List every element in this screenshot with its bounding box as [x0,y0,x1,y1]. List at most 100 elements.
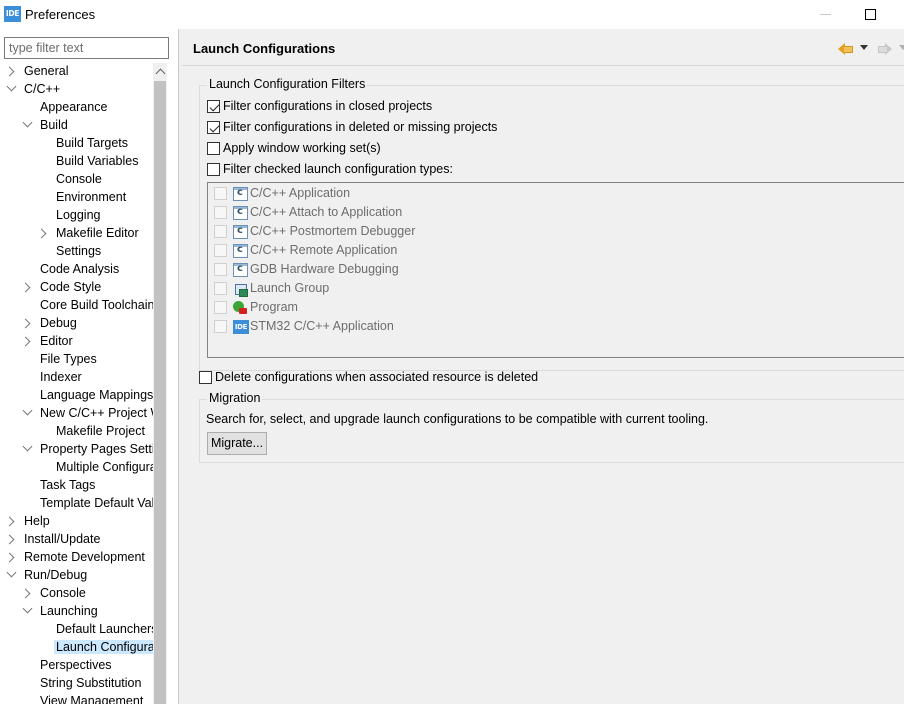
tree-item[interactable]: Makefile Editor [0,225,153,243]
tree-item[interactable]: Indexer [0,369,153,387]
minimize-button[interactable] [816,4,836,24]
chevron-right-icon[interactable] [20,318,31,329]
c-postmortem-icon [233,225,248,239]
tree-item[interactable]: Appearance [0,99,153,117]
tree-item[interactable]: General [0,63,153,81]
launch-type-item[interactable]: C/C++ Remote Application [208,241,904,260]
launch-type-item[interactable]: C/C++ Postmortem Debugger [208,222,904,241]
chevron-right-icon[interactable] [20,588,31,599]
filter-closed-projects-checkbox[interactable] [207,100,220,113]
filter-deleted-projects-label: Filter configurations in deleted or miss… [223,120,498,134]
chevron-right-icon[interactable] [4,534,15,545]
tree-item[interactable]: Build Variables [0,153,153,171]
forward-arrow-icon[interactable] [876,40,894,56]
maximize-button[interactable] [860,4,880,24]
launch-type-label: C/C++ Attach to Application [250,205,403,219]
tree-item[interactable]: Multiple Configurations Edit [0,459,153,477]
launch-type-checkbox[interactable] [214,282,227,295]
title-bar: IDE Preferences [0,0,904,29]
tree-item[interactable]: Core Build Toolchains [0,297,153,315]
chevron-right-icon[interactable] [36,228,47,239]
migrate-button[interactable]: Migrate... [207,432,267,455]
chevron-right-icon[interactable] [4,66,15,77]
tree-item[interactable]: Perspectives [0,657,153,675]
launch-type-item[interactable]: Launch Group [208,279,904,298]
tree-item[interactable]: Run/Debug [0,567,153,585]
chevron-right-icon[interactable] [20,336,31,347]
launch-type-checkbox[interactable] [214,206,227,219]
chevron-down-icon[interactable] [22,117,33,128]
tree-item[interactable]: Debug [0,315,153,333]
tree-item[interactable]: Default Launchers [0,621,153,639]
tree-item[interactable]: Code Style [0,279,153,297]
tree-item[interactable]: Remote Development [0,549,153,567]
tree-item[interactable]: New C/C++ Project Wizard [0,405,153,423]
scroll-thumb[interactable] [154,81,166,704]
tree-item[interactable]: Install/Update [0,531,153,549]
tree-item[interactable]: View Management [0,693,153,704]
tree-item[interactable]: Code Analysis [0,261,153,279]
launch-type-checkbox[interactable] [214,244,227,257]
history-dropdown-icon[interactable] [860,45,868,50]
tree-scrollbar[interactable] [153,63,167,704]
delete-configurations-label: Delete configurations when associated re… [215,370,539,384]
scroll-up-arrow-icon[interactable] [155,65,165,77]
tree-item[interactable]: Launching [0,603,153,621]
filter-deleted-projects-checkbox[interactable] [207,121,220,134]
tree-item-label: String Substitution [40,676,142,690]
launch-type-label: Program [250,300,298,314]
tree-item-label: Multiple Configurations Edit [56,460,153,474]
tree-item-label: Makefile Editor [56,226,139,240]
apply-working-set-checkbox[interactable] [207,142,220,155]
tree-item-label: General [24,64,69,78]
chevron-right-icon[interactable] [4,516,15,527]
tree-item[interactable]: String Substitution [0,675,153,693]
tree-item[interactable]: Editor [0,333,153,351]
chevron-right-icon[interactable] [4,552,15,563]
launch-type-item[interactable]: C/C++ Application [208,184,904,203]
chevron-down-icon[interactable] [22,441,33,452]
launch-type-checkbox[interactable] [214,301,227,314]
tree-item[interactable]: Settings [0,243,153,261]
launch-type-item[interactable]: Program [208,298,904,317]
tree-item-label: Remote Development [24,550,145,564]
filter-checked-types-checkbox[interactable] [207,163,220,176]
tree-item[interactable]: Launch Configurations [0,639,153,657]
launch-type-item[interactable]: C/C++ Attach to Application [208,203,904,222]
tree-item[interactable]: Build Targets [0,135,153,153]
launch-type-checkbox[interactable] [214,263,227,276]
launch-type-item[interactable]: IDE STM32 C/C++ Application [208,317,904,336]
chevron-down-icon[interactable] [6,567,17,578]
tree-item-label: File Types [40,352,97,366]
tree-item[interactable]: Help [0,513,153,531]
forward-dropdown-icon[interactable] [899,45,904,50]
chevron-right-icon[interactable] [20,282,31,293]
page-title: Launch Configurations [193,41,336,56]
tree-item[interactable]: Build [0,117,153,135]
chevron-down-icon[interactable] [22,405,33,416]
tree-item[interactable]: Language Mappings [0,387,153,405]
tree-item[interactable]: C/C++ [0,81,153,99]
tree-item[interactable]: Property Pages Settings [0,441,153,459]
launch-type-checkbox[interactable] [214,320,227,333]
tree-item[interactable]: Template Default Values [0,495,153,513]
tree-item-label: Build [40,118,68,132]
tree-item-label: Launching [40,604,98,618]
tree-item[interactable]: Console [0,585,153,603]
tree-item[interactable]: Logging [0,207,153,225]
chevron-down-icon[interactable] [6,81,17,92]
filter-input[interactable] [4,37,169,59]
delete-configurations-checkbox[interactable] [199,371,212,384]
launch-type-item[interactable]: GDB Hardware Debugging [208,260,904,279]
tree-item[interactable]: File Types [0,351,153,369]
apply-working-set-label: Apply window working set(s) [223,141,381,155]
tree-item[interactable]: Makefile Project [0,423,153,441]
tree-item[interactable]: Task Tags [0,477,153,495]
back-arrow-icon[interactable] [837,40,855,56]
tree-item[interactable]: Environment [0,189,153,207]
tree-item[interactable]: Console [0,171,153,189]
launch-type-label: STM32 C/C++ Application [250,319,394,333]
launch-type-checkbox[interactable] [214,187,227,200]
chevron-down-icon[interactable] [22,603,33,614]
launch-type-checkbox[interactable] [214,225,227,238]
